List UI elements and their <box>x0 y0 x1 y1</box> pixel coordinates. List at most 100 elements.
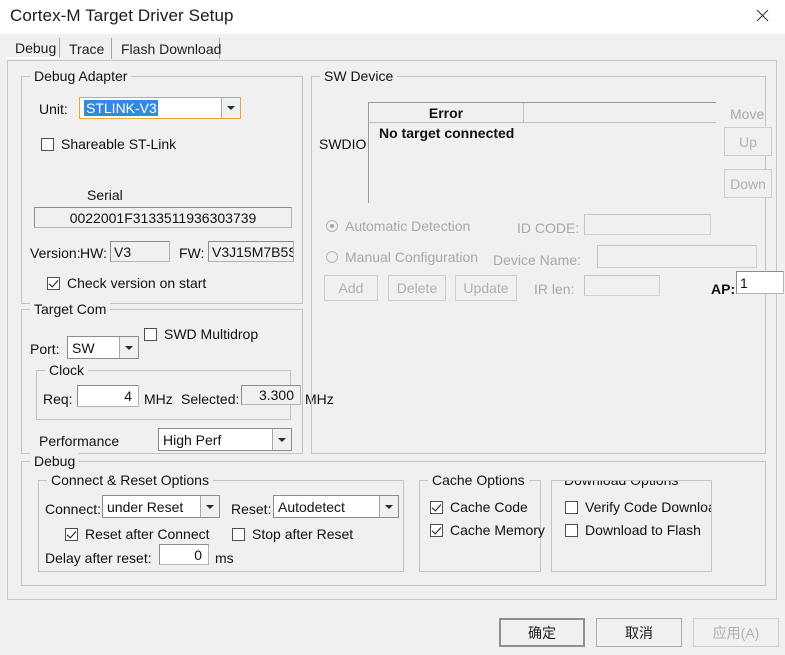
group-cache-options-label: Cache Options <box>428 472 529 488</box>
reset-after-connect-checkbox[interactable]: Reset after Connect <box>65 526 210 542</box>
check-version-on-start-checkbox[interactable]: Check version on start <box>47 275 206 291</box>
cache-code-checkbox[interactable]: Cache Code <box>430 499 528 515</box>
checkbox-box <box>565 523 578 537</box>
group-sw-device: SW Device SWDIO Error No target connecte… <box>311 68 784 454</box>
cache-code-label: Cache Code <box>450 499 528 515</box>
group-target-com: Target Com Port: SW SWD Multidrop Clock … <box>21 301 334 454</box>
apply-button[interactable]: 应用(A) <box>693 618 779 647</box>
close-icon <box>756 9 768 21</box>
device-name-field <box>597 245 757 268</box>
reset-after-connect-label: Reset after Connect <box>85 526 210 542</box>
checkbox-box <box>144 327 157 341</box>
hw-version-field: V3 <box>110 241 170 262</box>
group-download-options: Download Options Verify Code Download Do… <box>551 480 712 572</box>
serial-field: 0022001F3133511936303739 <box>34 207 292 228</box>
reset-combo[interactable]: Autodetect <box>273 495 399 518</box>
serial-label: Serial <box>87 187 123 203</box>
delay-unit-label: ms <box>215 550 234 566</box>
connect-combo-arrow[interactable] <box>200 496 219 517</box>
req-label: Req: <box>43 391 73 407</box>
add-button[interactable]: Add <box>324 275 378 301</box>
req-unit-label: MHz <box>144 391 173 407</box>
tab-strip: Debug Trace Flash Download <box>6 38 779 60</box>
check-version-on-start-label: Check version on start <box>67 275 207 291</box>
tab-debug[interactable]: Debug <box>6 38 60 59</box>
checkbox-box <box>65 527 78 541</box>
checkbox-box <box>430 500 443 514</box>
ir-len-label: IR len: <box>534 281 575 297</box>
table-cell-error: No target connected <box>379 125 515 141</box>
group-debug-adapter: Debug Adapter Unit: STLINK-V3 Shareable … <box>21 68 303 304</box>
port-combo[interactable]: SW <box>67 336 139 359</box>
cancel-button[interactable]: 取消 <box>596 618 682 647</box>
radio-box <box>326 220 338 232</box>
group-sw-device-label: SW Device <box>320 68 398 84</box>
update-button[interactable]: Update <box>455 275 517 301</box>
automatic-detection-radio[interactable]: Automatic Detection <box>326 218 470 234</box>
stop-after-reset-checkbox[interactable]: Stop after Reset <box>232 526 353 542</box>
req-clock-input[interactable]: 4 <box>77 385 139 407</box>
swd-multidrop-label: SWD Multidrop <box>164 326 259 342</box>
sw-device-list-header: Error <box>369 103 716 123</box>
move-label: Move <box>730 106 765 122</box>
chevron-down-icon <box>227 106 235 110</box>
group-debug-label: Debug <box>30 453 80 469</box>
delay-after-reset-label: Delay after reset: <box>45 550 152 566</box>
group-cache-options: Cache Options Cache Code Cache Memory <box>419 472 545 572</box>
port-combo-value: SW <box>72 339 95 356</box>
swdio-label: SWDIO <box>319 136 367 152</box>
checkbox-box <box>47 276 60 290</box>
port-combo-arrow[interactable] <box>119 337 138 358</box>
chevron-down-icon <box>206 504 214 509</box>
manual-configuration-radio[interactable]: Manual Configuration <box>326 249 478 265</box>
shareable-st-link-label: Shareable ST-Link <box>61 136 177 152</box>
manual-configuration-label: Manual Configuration <box>345 249 479 265</box>
reset-label: Reset: <box>231 501 272 517</box>
tab-flash-download[interactable]: Flash Download <box>112 38 222 59</box>
checkbox-box <box>232 527 245 541</box>
delay-after-reset-input[interactable]: 0 <box>159 544 209 565</box>
move-down-button[interactable]: Down <box>724 169 772 198</box>
chevron-down-icon <box>125 345 133 350</box>
group-debug-adapter-label: Debug Adapter <box>30 68 132 84</box>
tab-trace-label: Trace <box>69 40 105 57</box>
group-connect-reset-options: Connect & Reset Options Connect: under R… <box>38 472 404 572</box>
group-connect-reset-options-label: Connect & Reset Options <box>47 472 213 488</box>
delete-button[interactable]: Delete <box>388 275 446 301</box>
verify-code-download-checkbox[interactable]: Verify Code Download <box>565 499 711 515</box>
table-row[interactable]: No target connected <box>369 123 716 143</box>
tab-flash-download-label: Flash Download <box>121 40 222 57</box>
shareable-st-link-checkbox[interactable]: Shareable ST-Link <box>41 136 176 152</box>
reset-combo-arrow[interactable] <box>379 496 398 517</box>
id-code-field <box>584 214 711 235</box>
sw-device-listbox[interactable]: Error No target connected <box>368 102 716 203</box>
move-up-button[interactable]: Up <box>724 127 772 156</box>
dialog-panel: Debug Adapter Unit: STLINK-V3 Shareable … <box>7 60 784 600</box>
checkbox-box <box>430 523 443 537</box>
hw-label: HW: <box>80 245 107 261</box>
connect-combo[interactable]: under Reset <box>102 495 220 518</box>
ap-input[interactable]: 1 <box>736 271 784 294</box>
ir-len-field <box>584 275 660 296</box>
reset-combo-value: Autodetect <box>278 498 345 515</box>
group-clock: Clock Req: 4 MHz Selected: 3.300 MHz <box>36 362 334 420</box>
unit-combo-arrow[interactable] <box>221 98 240 118</box>
swd-multidrop-checkbox[interactable]: SWD Multidrop <box>144 326 258 342</box>
port-label: Port: <box>30 341 60 357</box>
download-to-flash-checkbox[interactable]: Download to Flash <box>565 522 701 538</box>
close-button[interactable] <box>739 0 785 30</box>
performance-combo-arrow[interactable] <box>272 429 291 450</box>
connect-label: Connect: <box>45 501 102 517</box>
fw-version-field: V3J15M7B5S1 <box>208 241 294 262</box>
ok-button[interactable]: 确定 <box>499 618 585 647</box>
unit-combo[interactable]: STLINK-V3 <box>79 97 241 119</box>
cache-memory-checkbox[interactable]: Cache Memory <box>430 522 545 538</box>
device-name-label: Device Name: <box>493 252 581 268</box>
group-download-options-label: Download Options <box>560 481 683 488</box>
performance-combo[interactable]: High Perf <box>158 428 292 451</box>
radio-box <box>326 251 338 263</box>
selected-clock-field: 3.300 <box>241 385 301 405</box>
stop-after-reset-label: Stop after Reset <box>252 526 354 542</box>
tab-trace[interactable]: Trace <box>60 38 112 59</box>
performance-combo-value: High Perf <box>163 431 222 448</box>
